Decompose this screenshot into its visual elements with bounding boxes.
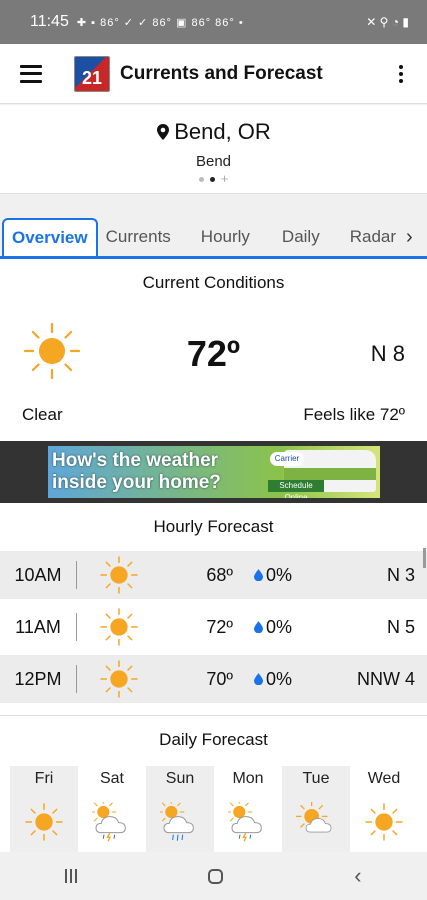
ad-banner-container: How's the weather inside your home? Carr… (0, 441, 427, 503)
hourly-wind: N 3 (386, 564, 415, 585)
menu-icon[interactable] (20, 64, 42, 83)
partly-cloudy-icon (296, 802, 332, 833)
day-name: Mon (232, 770, 264, 787)
tab-hourly[interactable]: Hourly (193, 218, 258, 256)
more-options-icon[interactable] (389, 64, 413, 83)
page-dot[interactable] (198, 176, 204, 182)
thunderstorm-icon (228, 802, 262, 842)
hourly-precip: 0% (265, 668, 292, 689)
sun-icon (100, 608, 138, 646)
ad-cta: Schedule Online (268, 480, 324, 498)
ad-brand-logo: Carrier (270, 452, 304, 466)
daily-forecast-card: Daily Forecast Fri Sat Sun Mon Tue Wed (0, 715, 427, 856)
raindrop-icon (253, 673, 263, 685)
hourly-row[interactable]: 12PM 70º 0% NNW 4 (0, 655, 427, 703)
hourly-forecast-card: Hourly Forecast 10AM 68º 0% N 3 11AM 72º… (0, 503, 427, 715)
recent-apps-icon[interactable] (65, 869, 78, 883)
ad-line-1: How's the weather (52, 450, 219, 471)
daily-item-tue[interactable]: Tue (282, 766, 350, 856)
page-title: Currents and Forecast (120, 62, 323, 84)
day-name: Fri (34, 770, 54, 787)
location-name[interactable]: Bend, OR (174, 119, 271, 145)
page-dot-active[interactable] (209, 176, 215, 182)
hourly-forecast-heading: Hourly Forecast (153, 517, 274, 536)
ad-banner[interactable]: How's the weather inside your home? Carr… (48, 446, 380, 498)
hourly-temp: 68º (206, 564, 233, 585)
hourly-row[interactable]: 11AM 72º 0% N 5 (0, 603, 427, 651)
raindrop-icon (253, 569, 263, 581)
page-indicator: + (0, 172, 427, 185)
add-location-button[interactable]: + (221, 172, 229, 185)
app-bar: 21 Currents and Forecast (0, 44, 427, 104)
hourly-precip: 0% (265, 616, 292, 637)
day-name: Sat (99, 770, 124, 787)
station-logo: 21 (74, 55, 110, 92)
tab-bar: Overview Currents Hourly Daily Radar › (0, 217, 427, 257)
daily-item-wed[interactable]: Wed (350, 766, 418, 856)
location-header: Bend, OR Bend + (0, 105, 427, 194)
current-temperature: 72º (186, 333, 241, 374)
tab-overview[interactable]: Overview (2, 218, 98, 256)
sun-icon (100, 556, 138, 594)
tab-radar[interactable]: Radar (342, 218, 404, 256)
status-bar: 11:45 ✚ ▪ 86° ✓ ✓ 86° ▣ 86° 86° • ✕ ⚲ ◔ … (0, 0, 427, 44)
system-nav-bar: ‹ (0, 852, 427, 900)
home-icon[interactable] (208, 868, 224, 884)
tab-currents[interactable]: Currents (98, 218, 179, 256)
day-name: Sun (165, 770, 195, 787)
day-name: Tue (302, 770, 330, 787)
feels-like: Feels like 72º (303, 405, 405, 424)
location-subtitle: Bend (195, 153, 232, 170)
daily-item-mon[interactable]: Mon (214, 766, 282, 856)
hourly-wind: N 5 (386, 616, 415, 637)
hourly-time: 10AM (0, 561, 77, 589)
hourly-wind: NNW 4 (357, 668, 415, 689)
sun-icon (365, 803, 403, 841)
daily-item-fri[interactable]: Fri (10, 766, 78, 856)
ad-line-2: inside your home? (52, 472, 221, 493)
tab-daily[interactable]: Daily (274, 218, 328, 256)
current-wind: N 8 (370, 341, 405, 366)
current-conditions-heading: Current Conditions (142, 273, 285, 292)
current-conditions-card: Current Conditions 72º N 8 Clear Feels l… (0, 259, 427, 441)
current-condition: Clear (22, 405, 63, 424)
chevron-right-icon[interactable]: › (406, 226, 413, 249)
thunderstorm-icon (92, 802, 126, 842)
hourly-temp: 72º (206, 616, 233, 637)
raindrop-icon (253, 621, 263, 633)
system-icons: ✕ ⚲ ◔ ▮ (366, 15, 409, 29)
location-pin-icon (157, 124, 170, 140)
back-icon[interactable]: ‹ (354, 863, 361, 889)
scrollbar[interactable] (423, 548, 426, 568)
sun-icon (25, 803, 63, 841)
daily-item-sat[interactable]: Sat (78, 766, 146, 856)
hourly-time: 12PM (0, 665, 77, 693)
rain-icon (160, 802, 194, 841)
daily-forecast-heading: Daily Forecast (159, 730, 268, 749)
hourly-temp: 70º (206, 668, 233, 689)
hourly-precip: 0% (265, 564, 292, 585)
daily-item-sun[interactable]: Sun (146, 766, 214, 856)
clock: 11:45 (30, 13, 69, 30)
notification-icons: ✚ ▪ 86° ✓ ✓ 86° ▣ 86° 86° • (76, 16, 244, 29)
sun-icon (100, 660, 138, 698)
hourly-row[interactable]: 10AM 68º 0% N 3 (0, 551, 427, 599)
hourly-time: 11AM (0, 613, 77, 641)
day-name: Wed (367, 770, 401, 787)
